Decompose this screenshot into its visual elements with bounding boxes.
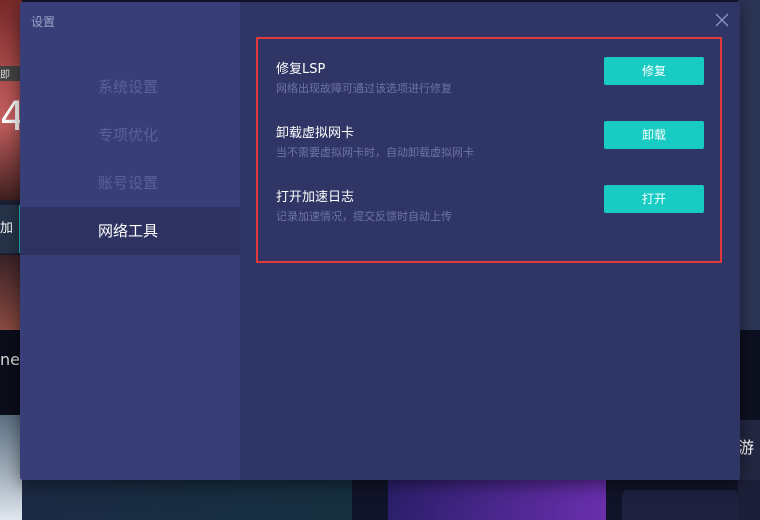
nav-item-system-settings[interactable]: 系统设置 [20,63,240,111]
background-right-dark [738,330,760,420]
tool-row-uninstall-adapter: 卸载虚拟网卡 当不需要虚拟网卡时，自动卸载虚拟网卡 卸载 [276,121,716,165]
background-bottom-promo [388,480,606,520]
nav-item-network-tools[interactable]: 网络工具 [20,207,240,255]
tool-title: 打开加速日志 [276,190,355,205]
tool-description: 网络出现故障可通过该选项进行修复 [276,82,452,95]
tool-description: 当不需要虚拟网卡时，自动卸载虚拟网卡 [276,146,474,159]
nav-item-account-settings[interactable]: 账号设置 [20,159,240,207]
uninstall-button[interactable]: 卸载 [604,121,704,149]
background-bottom-strip [22,480,738,520]
background-right-panel: 游 [738,0,760,520]
tool-title: 卸载虚拟网卡 [276,126,355,141]
settings-sidebar: 设置 系统设置 专项优化 账号设置 网络工具 [20,2,240,480]
dialog-title: 设置 [31,15,56,29]
open-log-button[interactable]: 打开 [604,185,704,213]
background-thumbnail [0,415,22,520]
close-icon [715,13,729,27]
background-tab: 加 [0,205,22,253]
background-bottom-banner [22,480,352,520]
repair-button[interactable]: 修复 [604,57,704,85]
background-left-panel: 即 4 加 ne [0,0,25,520]
background-dark-panel: ne [0,330,22,415]
tool-title: 修复LSP [276,62,326,77]
tool-row-open-log: 打开加速日志 记录加速情况，提交反馈时自动上传 打开 [276,185,716,229]
nav-item-special-optimization[interactable]: 专项优化 [20,111,240,159]
background-bottom-card [622,490,738,520]
background-tag: 即 [0,66,22,81]
close-button[interactable] [712,10,732,30]
background-right-footer [738,480,760,520]
tool-row-repair-lsp: 修复LSP 网络出现故障可通过该选项进行修复 修复 [276,57,716,101]
background-right-image [738,0,760,330]
tool-description: 记录加速情况，提交反馈时自动上传 [276,210,452,223]
settings-dialog: 设置 系统设置 专项优化 账号设置 网络工具 修复LSP 网络出现故障可通过该选… [20,2,740,480]
background-right-text: 游 [738,420,760,480]
background-game-image [0,255,22,330]
